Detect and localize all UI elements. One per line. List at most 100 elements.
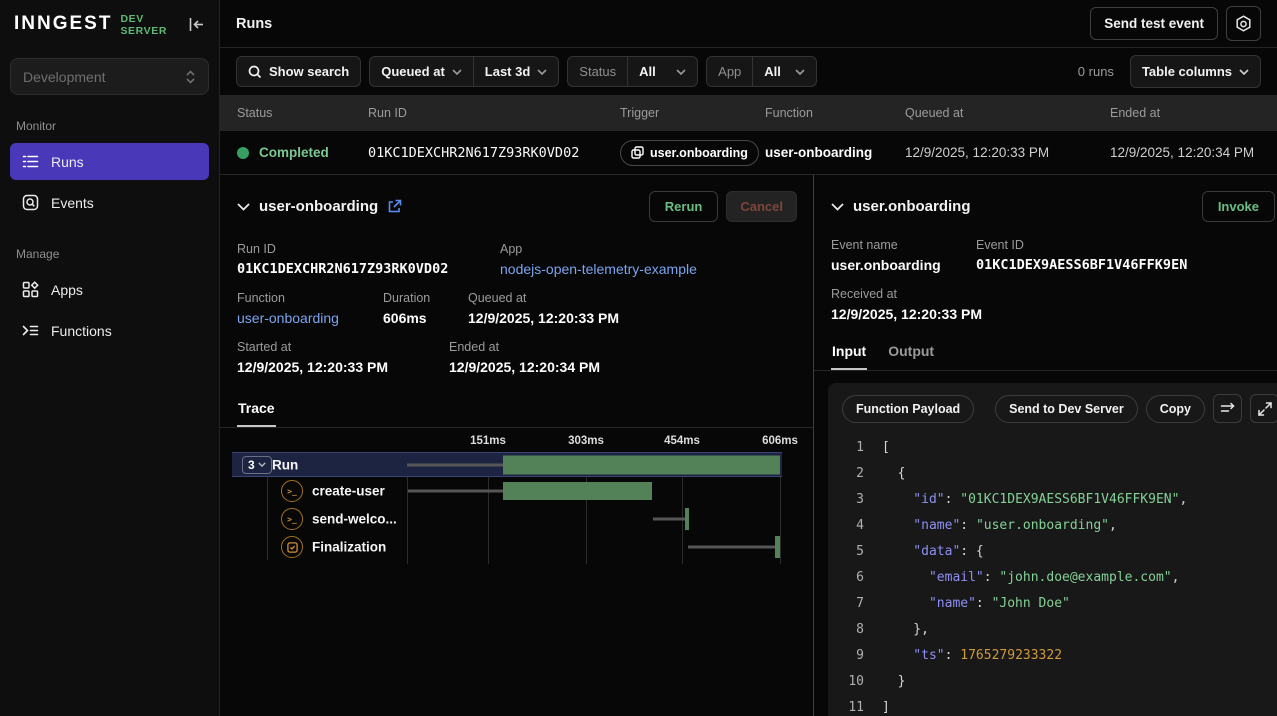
code-line: 4 "name": "user.onboarding", [828, 513, 1277, 539]
app-filter-label: App [718, 64, 741, 79]
field-label: App [500, 242, 697, 256]
chevron-down-icon [258, 462, 266, 467]
field-event-id: Event ID 01KC1DEX9AESS6BF1V46FFK9EN [976, 238, 1187, 273]
collapse-chevron-icon[interactable] [831, 203, 844, 211]
line-number: 11 [828, 695, 864, 716]
code-token-key: "email" [882, 565, 984, 591]
span-count: 3 [248, 458, 255, 472]
tab-output[interactable]: Output [887, 335, 935, 370]
rerun-button[interactable]: Rerun [649, 191, 719, 222]
copy-button[interactable]: Copy [1146, 395, 1205, 423]
sidebar: INNGEST DEV SERVER Development Monitor R… [0, 0, 220, 716]
tab-input[interactable]: Input [831, 335, 867, 370]
field-label: Event name [831, 238, 976, 252]
code-token-key: "name" [882, 513, 960, 539]
line-number: 5 [828, 539, 864, 565]
finalization-icon [281, 536, 303, 558]
sidebar-item-functions[interactable]: Functions [10, 312, 209, 349]
column-header: Trigger [620, 106, 765, 120]
line-number: 6 [828, 565, 864, 591]
collapse-chevron-icon[interactable] [237, 203, 250, 211]
external-link-icon[interactable] [387, 199, 402, 214]
main-area: Runs Send test event Show search Queued … [220, 0, 1277, 716]
run-table-row[interactable]: Completed 01KC1DEXCHR2N617Z93RK0VD02 use… [220, 131, 1277, 175]
line-number: 1 [828, 435, 864, 461]
code-token-punc: : [945, 643, 961, 669]
details-split: user-onboarding Rerun Cancel Run ID 01KC… [220, 175, 1277, 716]
status-filter[interactable]: Status All [567, 56, 698, 87]
status-cell: Completed [237, 145, 368, 160]
send-test-event-button[interactable]: Send test event [1090, 7, 1218, 40]
environment-select[interactable]: Development [10, 58, 209, 95]
settings-button[interactable] [1226, 6, 1261, 41]
show-search-button[interactable]: Show search [236, 56, 361, 87]
function-payload-badge[interactable]: Function Payload [842, 395, 974, 423]
runs-table-header: StatusRun IDTriggerFunctionQueued atEnde… [220, 95, 1277, 131]
trace-duration-bar [685, 508, 689, 530]
runs-icon [21, 153, 39, 171]
code-token-key: "name" [882, 591, 976, 617]
trace-span-name[interactable]: create-user [312, 484, 385, 499]
word-wrap-button[interactable] [1213, 394, 1242, 423]
field-label: Ended at [449, 340, 600, 354]
trace-tick-label: 151ms [470, 435, 506, 447]
table-columns-button[interactable]: Table columns [1130, 55, 1261, 88]
function-link[interactable]: user-onboarding [237, 310, 383, 326]
dev-server-badge: DEV SERVER [120, 13, 180, 37]
payload-json-code[interactable]: 1[2 {3 "id": "01KC1DEX9AESS6BF1V46FFK9EN… [828, 432, 1277, 716]
trace-duration-bar [503, 482, 652, 500]
trace-span-name[interactable]: Run [272, 457, 298, 472]
runs-count: 0 runs [1078, 64, 1114, 79]
sidebar-item-events[interactable]: Events [10, 184, 209, 221]
field-label: Duration [383, 291, 468, 305]
field-ended-at: Ended at 12/9/2025, 12:20:34 PM [449, 340, 600, 375]
invoke-button[interactable]: Invoke [1202, 191, 1275, 222]
trace-row-finalization[interactable]: Finalization [220, 534, 813, 560]
field-received-at: Received at 12/9/2025, 12:20:33 PM [831, 287, 982, 322]
column-header: Run ID [368, 106, 620, 120]
trace-span-name[interactable]: send-welco... [312, 512, 397, 527]
topbar: Runs Send test event [220, 0, 1277, 48]
line-number: 3 [828, 487, 864, 513]
chevron-down-icon [676, 69, 686, 75]
field-value: 606ms [383, 310, 468, 326]
trace-row-send-welco---[interactable]: >_send-welco... [220, 506, 813, 532]
status-completed-dot [237, 147, 249, 159]
sidebar-item-runs[interactable]: Runs [10, 143, 209, 180]
app-filter[interactable]: App All [706, 56, 817, 87]
field-value: 01KC1DEX9AESS6BF1V46FFK9EN [976, 257, 1187, 273]
sidebar-item-label: Functions [51, 323, 112, 339]
trace-row-create-user[interactable]: >_create-user [220, 478, 813, 504]
time-range-select[interactable]: Last 3d [473, 57, 559, 86]
trigger-pill[interactable]: user.onboarding [620, 140, 759, 166]
trace-collapse-badge[interactable]: 3 [242, 456, 272, 474]
sidebar-item-apps[interactable]: Apps [10, 271, 209, 308]
field-value: 12/9/2025, 12:20:33 PM [468, 310, 619, 326]
expand-icon [1258, 402, 1272, 416]
field-value: 01KC1DEXCHR2N617Z93RK0VD02 [237, 261, 500, 277]
trace-row-run[interactable]: 3 Run [220, 452, 813, 477]
send-to-dev-server-button[interactable]: Send to Dev Server [995, 395, 1138, 423]
field-duration: Duration 606ms [383, 291, 468, 326]
inngest-logo: INNGEST [14, 13, 112, 35]
payload-container: Function Payload Send to Dev Server Copy [828, 383, 1277, 716]
field-value: user.onboarding [831, 257, 976, 273]
app-link[interactable]: nodejs-open-telemetry-example [500, 261, 697, 277]
time-field-select[interactable]: Queued at [370, 57, 473, 86]
column-header: Status [237, 106, 368, 120]
word-wrap-icon [1220, 402, 1235, 415]
expand-button[interactable] [1250, 394, 1277, 423]
time-range-value: Last 3d [485, 64, 531, 79]
field-label: Function [237, 291, 383, 305]
field-value: 12/9/2025, 12:20:34 PM [449, 359, 600, 375]
code-token-key: "data" [882, 539, 960, 565]
code-line: 2 { [828, 461, 1277, 487]
trace-span-name[interactable]: Finalization [312, 540, 386, 555]
field-label: Started at [237, 340, 449, 354]
status-filter-label: Status [579, 64, 616, 79]
filter-bar: Show search Queued at Last 3d Status All… [220, 48, 1277, 95]
cancel-button[interactable]: Cancel [726, 191, 797, 222]
trace-delay-line [407, 463, 503, 466]
tab-trace[interactable]: Trace [237, 392, 276, 427]
collapse-sidebar-icon[interactable] [188, 17, 205, 32]
